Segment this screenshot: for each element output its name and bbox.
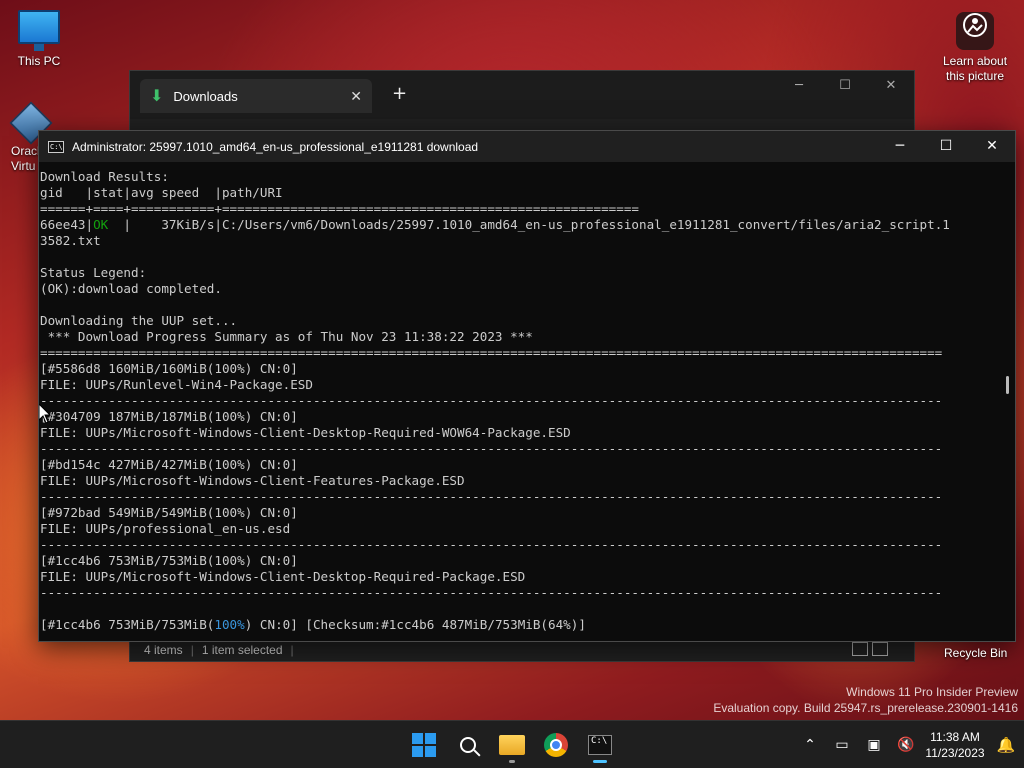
- console-window[interactable]: C:\ Administrator: 25997.1010_amd64_en-u…: [38, 130, 1016, 642]
- console-line: ========================================…: [40, 345, 943, 360]
- taskbar-file-explorer[interactable]: [492, 725, 532, 765]
- monitor-icon: [18, 10, 60, 51]
- console-line: [#972bad 549MiB/549MiB(100%) CN:0]: [40, 505, 298, 520]
- console-line: [#304709 187MiB/187MiB(100%) CN:0]: [40, 409, 298, 424]
- close-button[interactable]: ✕: [969, 131, 1015, 162]
- console-scrollbar[interactable]: [997, 162, 1015, 641]
- evaluation-watermark: Windows 11 Pro Insider Preview Evaluatio…: [713, 684, 1018, 716]
- maximize-button[interactable]: ☐: [822, 71, 868, 101]
- notification-bell-icon[interactable]: 🔔: [988, 736, 1024, 754]
- start-button[interactable]: [404, 725, 444, 765]
- console-title: Administrator: 25997.1010_amd64_en-us_pr…: [72, 139, 479, 154]
- console-line: [#bd154c 427MiB/427MiB(100%) CN:0]: [40, 457, 298, 472]
- console-line: ----------------------------------------…: [40, 585, 943, 600]
- minimize-button[interactable]: ─: [877, 131, 923, 162]
- explorer-statusbar: 4 items | 1 item selected |: [130, 639, 914, 661]
- console-line: FILE: UUPs/Microsoft-Windows-Client-Feat…: [40, 473, 465, 488]
- console-line: [#1cc4b6 753MiB/753MiB(100%) CN:0]: [40, 553, 298, 568]
- console-line: [#5586d8 160MiB/160MiB(100%) CN:0]: [40, 361, 298, 376]
- console-line: 66ee43|OK | 37KiB/s|C:/Users/vm6/Downloa…: [40, 217, 950, 232]
- learn-about-picture[interactable]: Learn about this picture: [938, 12, 1012, 84]
- console-line: (OK):download completed.: [40, 281, 222, 296]
- network-icon[interactable]: ▭: [826, 737, 858, 753]
- console-line: *** Download Progress Summary as of Thu …: [40, 329, 533, 344]
- clock[interactable]: 11:38 AM 11/23/2023: [922, 729, 988, 761]
- console-line: Status Legend:: [40, 265, 147, 280]
- desktop-icon-label: Recycle Bin: [944, 646, 1008, 660]
- console-line: ----------------------------------------…: [40, 489, 943, 504]
- camera-icon: [956, 12, 994, 50]
- console-line: FILE: UUPs/Runlevel-Win4-Package.ESD: [40, 377, 313, 392]
- close-tab-icon[interactable]: ✕: [350, 88, 362, 105]
- clock-date: 11/23/2023: [925, 746, 985, 760]
- learn-label: Learn about this picture: [942, 54, 1008, 83]
- desktop-icon-recycle-bin[interactable]: Recycle Bin: [944, 646, 1007, 660]
- chevron-up-icon[interactable]: ⌃: [794, 737, 826, 753]
- status-selected: 1 item selected: [201, 643, 283, 657]
- watermark-line: Evaluation copy. Build 25947.rs_prerelea…: [713, 701, 1018, 715]
- console-line: gid |stat|avg speed |path/URI: [40, 185, 283, 200]
- taskbar-terminal[interactable]: C:\: [580, 725, 620, 765]
- tab-label: Downloads: [173, 88, 238, 104]
- console-line: [#1cc4b6 753MiB/753MiB(100%) CN:0] [Chec…: [40, 617, 586, 632]
- chrome-icon: [544, 733, 568, 757]
- console-line: 3582.txt: [40, 233, 101, 248]
- volume-muted-icon[interactable]: 🔇: [890, 737, 922, 753]
- console-titlebar[interactable]: C:\ Administrator: 25997.1010_amd64_en-u…: [39, 131, 1015, 162]
- console-line: FILE: UUPs/professional_en-us.esd: [40, 521, 291, 536]
- new-tab-button[interactable]: +: [392, 83, 407, 104]
- console-line: ----------------------------------------…: [40, 393, 943, 408]
- search-button[interactable]: [448, 725, 488, 765]
- download-icon: ⬇: [150, 88, 164, 105]
- console-line: FILE: UUPs/Microsoft-Windows-Client-Desk…: [40, 425, 571, 440]
- folder-icon: [499, 735, 525, 755]
- console-line: Download Results:: [40, 169, 169, 184]
- windows-logo-icon: [412, 733, 436, 757]
- desktop-icon-this-pc[interactable]: This PC: [3, 10, 75, 68]
- maximize-button[interactable]: ☐: [923, 131, 969, 162]
- watermark-line: Windows 11 Pro Insider Preview: [846, 685, 1018, 699]
- terminal-icon: C:\: [588, 735, 612, 755]
- display-icon[interactable]: ▣: [858, 737, 890, 753]
- desktop-icon-label: This PC: [17, 54, 61, 68]
- taskbar: C:\ ⌃ ▭ ▣ 🔇 11:38 AM 11/23/2023 🔔: [0, 720, 1024, 768]
- close-button[interactable]: ✕: [868, 71, 914, 101]
- search-icon: [460, 737, 476, 753]
- status-items: 4 items: [144, 643, 183, 657]
- tab-downloads[interactable]: ⬇ Downloads ✕: [140, 79, 372, 113]
- console-line: ----------------------------------------…: [40, 441, 943, 456]
- console-line: ----------------------------------------…: [40, 537, 943, 552]
- console-line: FILE: UUPs/Microsoft-Windows-Client-Desk…: [40, 569, 526, 584]
- terminal-icon: C:\: [48, 140, 64, 153]
- details-view-button[interactable]: [852, 642, 868, 656]
- explorer-titlebar[interactable]: ⬇ Downloads ✕ + ─ ☐ ✕: [130, 71, 914, 119]
- console-line: Downloading the UUP set...: [40, 313, 238, 328]
- clock-time: 11:38 AM: [930, 730, 980, 744]
- console-line: ======+====+===========+================…: [40, 201, 639, 216]
- scrollbar-thumb[interactable]: [1006, 376, 1009, 394]
- console-output[interactable]: Download Results: gid |stat|avg speed |pa…: [39, 162, 997, 641]
- minimize-button[interactable]: ─: [776, 71, 822, 101]
- mouse-cursor-icon: [39, 404, 51, 424]
- taskbar-chrome[interactable]: [536, 725, 576, 765]
- tiles-view-button[interactable]: [872, 642, 888, 656]
